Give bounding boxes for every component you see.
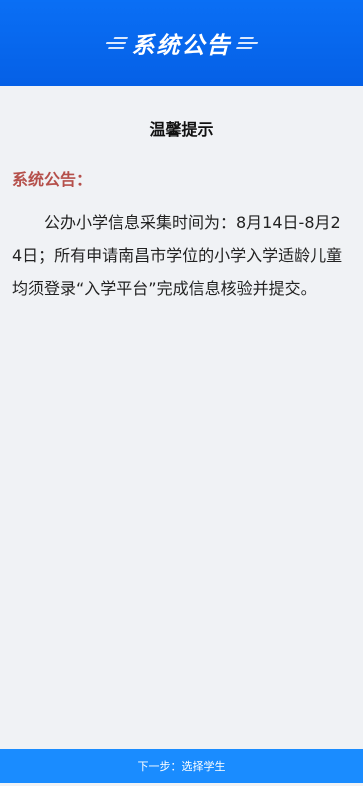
header-left-decoration [103,37,128,49]
notice-body: 公办小学信息采集时间为：8月14日-8月24日；所有申请南昌市学位的小学入学适龄… [12,213,343,298]
header-right-decoration [235,37,259,49]
header-title: 系统公告 [131,33,232,59]
notice-title: 温馨提示 [149,120,214,139]
notice-label: 系统公告： [12,170,93,189]
next-step-button[interactable]: 下一步：选择学生 [0,749,363,783]
app-header: 系统公告 [0,0,363,86]
